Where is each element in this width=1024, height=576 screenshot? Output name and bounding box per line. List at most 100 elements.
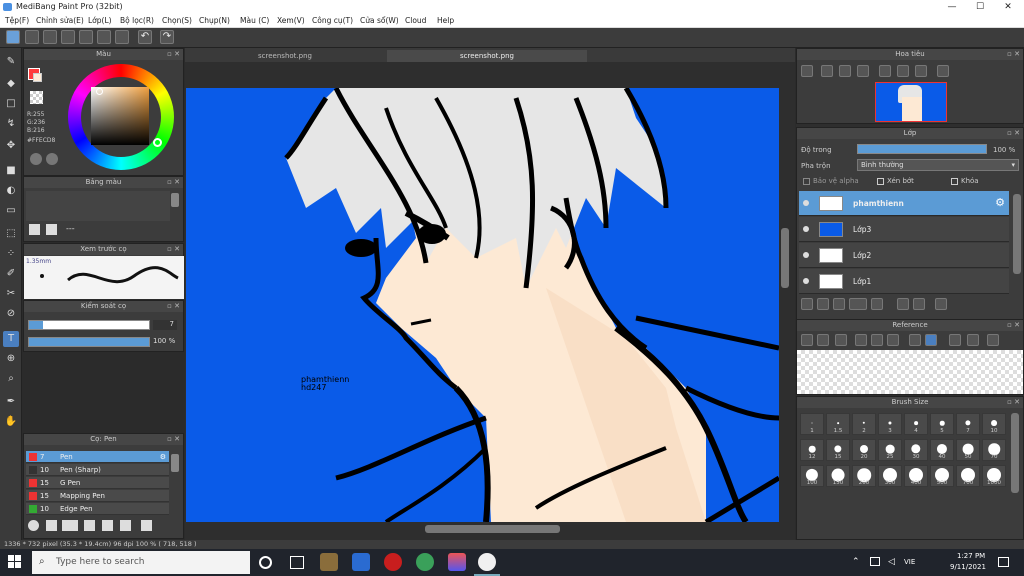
brush-cloud-icon[interactable] — [28, 520, 39, 531]
new-halftone-layer-icon[interactable] — [817, 298, 829, 310]
brush-size-cell[interactable]: 150 — [826, 465, 850, 487]
menu-tools[interactable]: Công cụ(T) — [312, 16, 353, 25]
new-palette-icon[interactable] — [29, 224, 40, 235]
ref-rotate-icon[interactable] — [949, 334, 961, 346]
delete-palette-icon[interactable] — [46, 224, 57, 235]
ref-zoom-out-icon[interactable] — [887, 334, 899, 346]
lock-checkbox[interactable] — [951, 178, 958, 185]
brush-size-cell[interactable]: 1.5 — [826, 413, 850, 435]
menu-select[interactable]: Chọn(S) — [162, 16, 192, 25]
comment-icon[interactable] — [61, 30, 75, 44]
duplicate-layer-icon[interactable] — [897, 298, 909, 310]
layer-row[interactable]: phamthienn ⚙ — [799, 191, 1009, 216]
brush-size-cell[interactable]: 4 — [904, 413, 928, 435]
panel-buttons[interactable]: ▫ ✕ — [1007, 320, 1020, 331]
brush-list-scrollbar[interactable] — [171, 454, 179, 472]
layer-row[interactable]: Lớp2 — [799, 243, 1009, 268]
size-slider[interactable] — [28, 320, 150, 330]
palette-scrollbar[interactable] — [171, 193, 179, 207]
brush-size-cell[interactable]: 10 — [982, 413, 1006, 435]
menu-color[interactable]: Màu (C) — [240, 16, 269, 25]
brush-size-cell[interactable]: 100 — [800, 465, 824, 487]
taskbar-search[interactable]: ⌕ Type here to search — [32, 551, 250, 574]
eyedropper-tool-icon[interactable]: ⌕ — [3, 371, 19, 387]
ref-cloud-icon[interactable] — [801, 334, 813, 346]
blend-mode-select[interactable]: Bình thường ▾ — [857, 159, 1019, 171]
shape-tool-icon[interactable]: ■ — [3, 163, 19, 179]
menu-window[interactable]: Cửa sổ(W) — [360, 16, 399, 25]
navigator-thumbnail[interactable] — [875, 82, 947, 122]
ref-close-icon[interactable] — [835, 334, 847, 346]
color-picker-icon[interactable] — [46, 153, 58, 165]
brush-tool-icon[interactable]: ✎ — [3, 54, 19, 70]
delete-layer-icon[interactable] — [935, 298, 947, 310]
text-tool-icon[interactable]: T — [3, 331, 19, 347]
grid-icon[interactable] — [115, 30, 129, 44]
add-layer-menu-icon[interactable] — [849, 298, 867, 310]
panel-buttons[interactable]: ▫ ✕ — [1007, 397, 1020, 408]
trash-icon[interactable] — [141, 520, 152, 531]
new-file-icon[interactable] — [25, 30, 39, 44]
brush-size-cell[interactable]: 1 — [800, 413, 824, 435]
brush-size-scrollbar[interactable] — [1011, 413, 1019, 493]
new-layer-icon[interactable] — [801, 298, 813, 310]
gradient-tool-icon[interactable]: ▭ — [3, 203, 19, 219]
ref-eyedropper-icon[interactable] — [909, 334, 921, 346]
flip-icon[interactable] — [897, 65, 909, 77]
tab-document-1[interactable]: screenshot.png — [185, 50, 385, 62]
menu-help[interactable]: Help — [437, 16, 454, 25]
brush-size-cell[interactable]: 700 — [956, 465, 980, 487]
brush-size-cell[interactable]: 12 — [800, 439, 824, 461]
brush-settings-icon[interactable] — [84, 520, 95, 531]
clock-date[interactable]: 9/11/2021 — [950, 563, 986, 571]
eye-icon[interactable] — [803, 226, 809, 232]
panel-buttons[interactable]: ▫ ✕ — [1007, 49, 1020, 60]
layer-opacity-slider[interactable] — [857, 144, 987, 154]
rect-select-tool-icon[interactable]: □ — [3, 96, 19, 112]
actual-size-icon[interactable] — [857, 65, 869, 77]
brush-item[interactable]: 15 G Pen — [26, 477, 169, 489]
store-icon[interactable] — [320, 553, 338, 571]
merge-down-icon[interactable] — [913, 298, 925, 310]
fit-icon[interactable] — [839, 65, 851, 77]
zoom-in-icon[interactable] — [801, 65, 813, 77]
clock-time[interactable]: 1:27 PM — [957, 552, 985, 560]
divider-tool-icon[interactable]: ⊘ — [3, 306, 19, 322]
layer-row[interactable]: Lớp1 — [799, 269, 1009, 294]
brush-size-cell[interactable]: 300 — [878, 465, 902, 487]
brush-size-cell[interactable]: 25 — [878, 439, 902, 461]
ref-reset-icon[interactable] — [987, 334, 999, 346]
paint-app-icon[interactable] — [448, 553, 466, 571]
save-icon[interactable] — [43, 30, 57, 44]
windows-start-icon[interactable] — [8, 555, 22, 569]
network-icon[interactable] — [870, 557, 880, 566]
palette-area[interactable] — [26, 191, 170, 221]
color-mode-icon[interactable] — [30, 153, 42, 165]
browser-icon[interactable] — [416, 553, 434, 571]
brush-item[interactable]: 10 Edge Pen — [26, 503, 169, 515]
brush-size-cell[interactable]: 1000 — [982, 465, 1006, 487]
select-pen-tool-icon[interactable]: ✐ — [3, 266, 19, 282]
layer-scrollbar[interactable] — [1013, 194, 1021, 274]
menu-view[interactable]: Xem(V) — [277, 16, 305, 25]
clipping-checkbox[interactable] — [877, 178, 884, 185]
undo-icon[interactable]: ↶ — [138, 30, 152, 44]
select-eraser-tool-icon[interactable]: ✂ — [3, 286, 19, 302]
brush-size-cell[interactable]: 400 — [904, 465, 928, 487]
sv-cursor[interactable] — [96, 88, 103, 95]
menu-layer[interactable]: Lớp(L) — [88, 16, 112, 25]
task-view-icon[interactable] — [290, 556, 304, 569]
bucket-tool-icon[interactable]: ◐ — [3, 183, 19, 199]
cloud-icon[interactable] — [6, 30, 20, 44]
brush-size-cell[interactable]: 70 — [982, 439, 1006, 461]
duplicate-icon[interactable] — [120, 520, 131, 531]
move-tool-icon[interactable]: ✥ — [3, 138, 19, 154]
select-tool-icon[interactable]: ⬚ — [3, 226, 19, 242]
ref-open-icon[interactable] — [817, 334, 829, 346]
menu-file[interactable]: Tệp(F) — [5, 16, 29, 25]
hue-cursor[interactable] — [153, 138, 162, 147]
brush-item[interactable]: 7 Pen ⚙ — [26, 451, 169, 463]
layer-folder-icon[interactable] — [871, 298, 883, 310]
menu-capture[interactable]: Chụp(N) — [199, 16, 230, 25]
menu-filter[interactable]: Bộ lọc(R) — [120, 16, 154, 25]
